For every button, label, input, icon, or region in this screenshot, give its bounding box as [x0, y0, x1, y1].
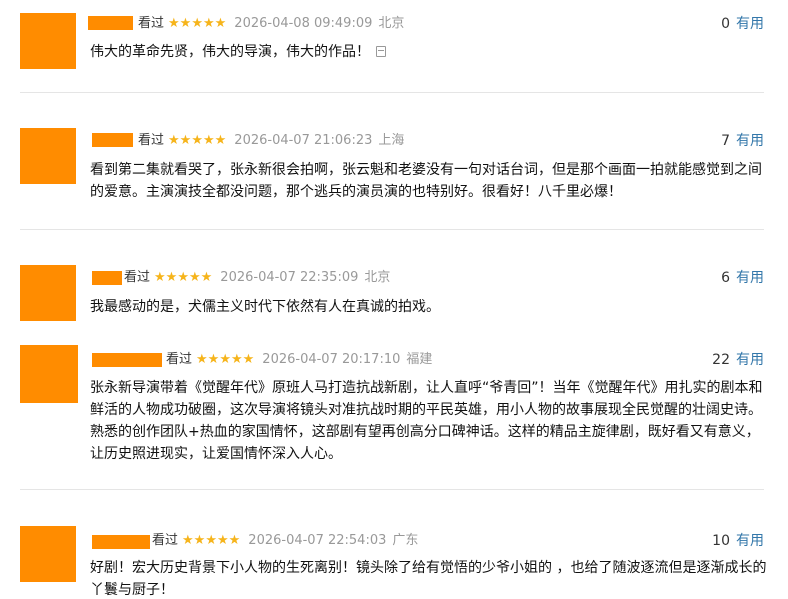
- rating-label: 看过: [124, 270, 151, 285]
- star-rating: ★★★★★: [182, 533, 241, 548]
- star-rating: ★★★★★: [168, 16, 227, 31]
- rating-label: 看过: [138, 16, 165, 31]
- useful-vote-button[interactable]: 有用: [736, 352, 764, 368]
- vote-group: 22 有用: [712, 351, 764, 369]
- review-time: 2026-04-07 20:17:10: [262, 352, 401, 367]
- avatar[interactable]: [20, 345, 78, 403]
- useful-vote-button[interactable]: 有用: [736, 270, 764, 286]
- vote-group: 7 有用: [721, 132, 764, 150]
- useful-vote-button[interactable]: 有用: [736, 533, 764, 549]
- useful-vote-button[interactable]: 有用: [736, 16, 764, 32]
- star-rating: ★★★★★: [154, 270, 213, 285]
- review-location: 福建: [406, 352, 433, 367]
- star-rating: ★★★★★: [196, 352, 255, 367]
- review-location: 北京: [378, 16, 405, 31]
- useful-vote-button[interactable]: 有用: [736, 133, 764, 149]
- username-redacted[interactable]: [92, 271, 122, 285]
- review-content: 看到第二集就看哭了，张永新很会拍啊，张云魁和老婆没有一句对话台词，但是那个画面一…: [90, 162, 762, 200]
- avatar[interactable]: [20, 128, 76, 184]
- avatar[interactable]: [20, 13, 76, 69]
- review-meta: 看过 ★★★★★ 2026-04-07 21:06:23 上海: [138, 132, 404, 150]
- username-redacted[interactable]: [92, 353, 162, 367]
- vote-group: 0 有用: [721, 15, 764, 33]
- review-time: 2026-04-07 21:06:23: [234, 133, 373, 148]
- rating-label: 看过: [166, 352, 193, 367]
- review-location: 北京: [364, 270, 391, 285]
- review-content-wrap: 伟大的革命先贤，伟大的导演，伟大的作品！: [90, 41, 770, 63]
- review-time: 2026-04-07 22:54:03: [248, 533, 387, 548]
- review-time: 2026-04-07 22:35:09: [220, 270, 359, 285]
- review-meta: 看过 ★★★★★ 2026-04-07 22:54:03 广东: [152, 532, 418, 550]
- username-redacted[interactable]: [92, 535, 150, 549]
- vote-count: 22: [712, 352, 730, 368]
- rating-label: 看过: [152, 533, 179, 548]
- review-content: 我最感动的是，犬儒主义时代下依然有人在真诚的拍戏。: [90, 299, 440, 315]
- review-meta: 看过 ★★★★★ 2026-04-07 20:17:10 福建: [166, 351, 432, 369]
- review-meta: 看过 ★★★★★ 2026-04-08 09:49:09 北京: [138, 15, 404, 33]
- avatar[interactable]: [20, 265, 76, 321]
- divider: [20, 229, 764, 230]
- rating-label: 看过: [138, 133, 165, 148]
- review-content: 伟大的革命先贤，伟大的导演，伟大的作品！: [90, 44, 370, 60]
- vote-count: 7: [721, 133, 730, 149]
- vote-group: 6 有用: [721, 269, 764, 287]
- review-location: 上海: [378, 133, 405, 148]
- divider: [20, 92, 764, 93]
- review-location: 广东: [392, 533, 419, 548]
- review-meta: 看过 ★★★★★ 2026-04-07 22:35:09 北京: [124, 269, 390, 287]
- vote-count: 0: [721, 16, 730, 32]
- vote-group: 10 有用: [712, 532, 764, 550]
- vote-count: 10: [712, 533, 730, 549]
- document-icon[interactable]: [376, 46, 386, 57]
- username-redacted[interactable]: [88, 16, 133, 30]
- review-content: 好剧！宏大历史背景下小人物的生死离别！镜头除了给有觉悟的少爷小姐的 ，也给了随波…: [90, 560, 767, 598]
- review-content: 张永新导演带着《觉醒年代》原班人马打造抗战新剧，让人直呼“爷青回”！当年《觉醒年…: [90, 380, 763, 462]
- avatar[interactable]: [20, 526, 76, 582]
- vote-count: 6: [721, 270, 730, 286]
- star-rating: ★★★★★: [168, 133, 227, 148]
- review-time: 2026-04-08 09:49:09: [234, 16, 373, 31]
- divider: [20, 489, 764, 490]
- username-redacted[interactable]: [92, 133, 133, 147]
